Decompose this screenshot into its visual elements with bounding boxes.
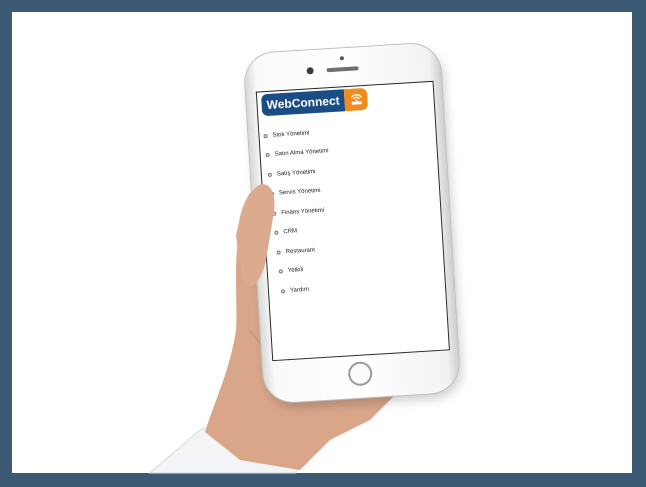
photo-scene: WebConnect Stok Yönetimi Satın Alma Yöne… — [0, 0, 646, 487]
thumb-illustration — [236, 184, 275, 287]
